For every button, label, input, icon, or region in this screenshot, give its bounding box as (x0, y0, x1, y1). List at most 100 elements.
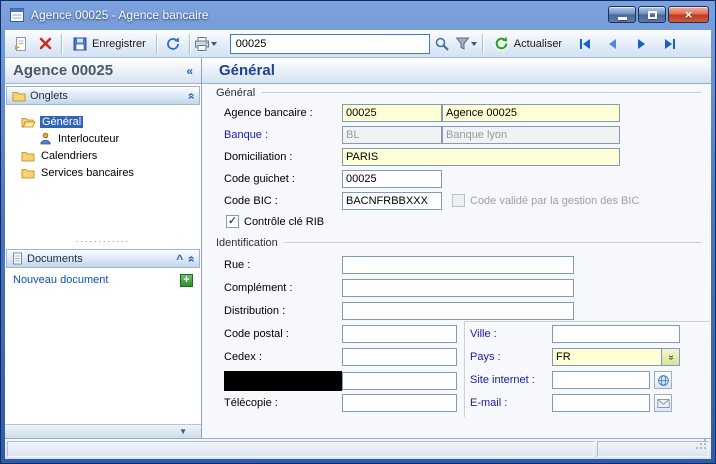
statusbar-panel-secondary (597, 439, 709, 457)
nav-first-button[interactable] (574, 33, 596, 55)
pays-field[interactable] (552, 348, 662, 366)
dropdown-chevron-icon: » (665, 354, 676, 360)
agence-code-field[interactable] (342, 104, 442, 122)
tree-item-interlocuteur[interactable]: Interlocuteur (5, 130, 199, 147)
delete-x-icon (39, 37, 51, 50)
document-icon (13, 252, 22, 265)
actualiser-button[interactable]: Actualiser (487, 33, 568, 55)
cedex-label: Cedex : (224, 351, 262, 363)
magnifier-icon (435, 37, 449, 51)
panel-header-onglets[interactable]: Onglets » (6, 86, 200, 105)
site-internet-field[interactable] (552, 371, 650, 389)
telecopie-field[interactable] (342, 394, 457, 412)
banque-label[interactable]: Banque : (224, 126, 268, 144)
new-document-link[interactable]: Nouveau document (13, 274, 180, 286)
banque-name-field (442, 126, 620, 144)
filter-button[interactable] (454, 33, 478, 55)
code-guichet-field[interactable] (342, 170, 442, 188)
print-dropdown-caret (211, 41, 218, 46)
printer-icon (195, 36, 210, 51)
splitter-handle[interactable]: ............ (5, 233, 201, 247)
sidebar-collapse-icon[interactable]: « (186, 64, 193, 78)
nav-first-icon (579, 38, 590, 49)
open-folder-icon (21, 117, 36, 127)
rue-field[interactable] (342, 256, 574, 274)
refresh-button[interactable] (161, 33, 185, 55)
toolbar-separator (481, 33, 483, 54)
folder-icon (12, 91, 26, 101)
banque-code-field (342, 126, 442, 144)
code-postal-field[interactable] (342, 325, 457, 343)
sidebar-scroll-strip: ▼ (5, 424, 201, 438)
telecopie-label: Télécopie : (224, 397, 278, 409)
cedex-field[interactable] (342, 348, 457, 366)
pays-dropdown-button[interactable]: » (661, 348, 680, 366)
maximize-icon (647, 10, 657, 19)
panel-expand-icon[interactable]: ^ (176, 252, 183, 266)
email-field[interactable] (552, 394, 650, 412)
group-general-title: Général (216, 87, 256, 99)
panel-header-documents[interactable]: Documents ^ » (6, 249, 200, 268)
sidebar: Agence 00025 « Onglets » Général Interlo… (5, 58, 202, 438)
rue-label: Rue : (224, 259, 251, 271)
nav-previous-button[interactable] (602, 33, 624, 55)
minimize-button[interactable] (608, 6, 636, 23)
telephone-field[interactable] (342, 372, 457, 390)
toolbar-search-input[interactable] (229, 33, 430, 54)
resize-grip[interactable] (696, 437, 707, 455)
search-button[interactable] (430, 33, 454, 55)
panel-collapse-icon[interactable]: » (184, 255, 198, 262)
distribution-field[interactable] (342, 302, 574, 320)
folder-icon (21, 168, 35, 178)
page-title-bar: Général (202, 58, 711, 84)
sidebar-title-bar: Agence 00025 « (5, 58, 201, 84)
close-button[interactable]: × (668, 6, 709, 23)
complement-field[interactable] (342, 279, 574, 297)
tree-item-calendriers[interactable]: Calendriers (5, 147, 199, 164)
person-icon (40, 132, 51, 145)
scroll-down-icon[interactable]: ▼ (179, 427, 187, 437)
delete-button[interactable] (33, 33, 57, 55)
nav-next-button[interactable] (630, 33, 652, 55)
tree-item-general[interactable]: Général (5, 113, 199, 130)
panel-onglets-label: Onglets (30, 89, 68, 102)
tree-item-label: Général (40, 115, 84, 128)
app-icon (9, 7, 25, 23)
bic-valide-checkbox (452, 194, 465, 207)
new-button[interactable] (9, 33, 33, 55)
tree-item-services-bancaires[interactable]: Services bancaires (5, 164, 199, 181)
workspace: Agence 00025 « Onglets » Général Interlo… (5, 58, 711, 438)
site-internet-button[interactable] (654, 371, 672, 389)
ville-label[interactable]: Ville : (470, 325, 497, 343)
email-button[interactable] (654, 394, 672, 412)
site-internet-label[interactable]: Site internet : (470, 371, 535, 389)
agence-bancaire-label: Agence bancaire : (224, 107, 313, 119)
panel-collapse-icon[interactable]: » (184, 92, 198, 99)
minimize-icon (617, 16, 627, 20)
form-area: Général Agence bancaire : Banque : Domic… (202, 84, 711, 438)
nav-next-icon (638, 38, 646, 49)
add-document-button[interactable]: + (180, 273, 193, 287)
bic-valide-label: Code validé par la gestion des BIC (470, 195, 640, 207)
refresh-icon (166, 36, 179, 50)
save-button[interactable]: Enregistrer (66, 33, 152, 55)
nav-last-button[interactable] (658, 33, 680, 55)
group-divider-line (283, 242, 701, 244)
email-label[interactable]: E-mail : (470, 394, 507, 412)
pays-label[interactable]: Pays : (470, 348, 501, 366)
actualiser-icon (493, 36, 509, 51)
print-button[interactable] (194, 33, 218, 55)
main-content: Général Général Agence bancaire : Banque… (202, 58, 711, 438)
maximize-button[interactable] (638, 6, 666, 23)
controle-rib-checkbox[interactable]: ✓ (226, 215, 239, 228)
actualiser-button-label: Actualiser (513, 37, 563, 50)
code-bic-field[interactable] (342, 192, 442, 210)
nav-previous-icon (609, 38, 617, 49)
ville-field[interactable] (552, 325, 680, 343)
statusbar-panel-main (7, 441, 594, 457)
agence-name-field[interactable] (442, 104, 620, 122)
tree-item-label: Interlocuteur (58, 132, 120, 145)
filter-dropdown-caret (470, 41, 477, 46)
domiciliation-field[interactable] (342, 148, 620, 166)
